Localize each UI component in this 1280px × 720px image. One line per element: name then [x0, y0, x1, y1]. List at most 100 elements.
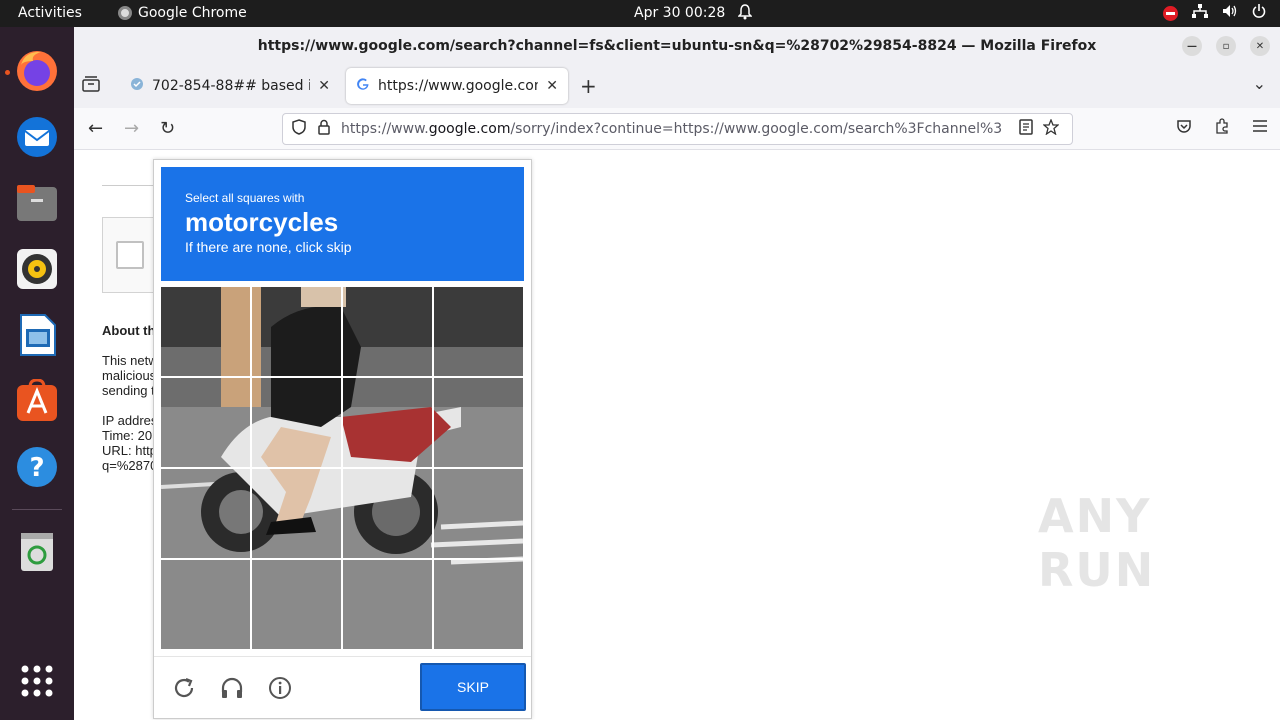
about-heading: About th: [102, 323, 156, 338]
tab-google[interactable]: https://www.google.com ✕: [346, 68, 568, 104]
extensions-icon[interactable]: [1214, 118, 1230, 138]
page-content: About th This netw malicious sending t I…: [74, 150, 1280, 720]
close-tab-icon[interactable]: ✕: [318, 78, 330, 94]
chrome-icon: [118, 6, 132, 20]
gnome-top-bar: Activities Google Chrome Apr 30 00:28: [0, 0, 1280, 27]
captcha-tile[interactable]: [434, 560, 523, 649]
clock[interactable]: Apr 30 00:28: [634, 5, 725, 21]
reload-challenge-icon[interactable]: [171, 675, 197, 701]
svg-text:?: ?: [29, 453, 44, 483]
url-domain: google.com: [428, 121, 511, 137]
app-name: Google Chrome: [138, 5, 247, 21]
skip-button[interactable]: SKIP: [420, 663, 526, 711]
tile-image: [252, 287, 341, 376]
captcha-tile[interactable]: [434, 469, 523, 558]
tile-image: [252, 560, 341, 649]
audio-challenge-icon[interactable]: [219, 675, 245, 701]
tab-label: https://www.google.com: [378, 78, 539, 94]
reload-button[interactable]: ↻: [160, 118, 175, 139]
tile-image: [434, 469, 523, 558]
captcha-tile[interactable]: [434, 378, 523, 467]
captcha-tile[interactable]: [161, 287, 250, 376]
activities-button[interactable]: Activities: [18, 5, 82, 21]
captcha-tile[interactable]: [434, 287, 523, 376]
close-tab-icon[interactable]: ✕: [546, 78, 558, 94]
files-icon[interactable]: [13, 179, 61, 227]
captcha-tile[interactable]: [343, 560, 432, 649]
do-not-disturb-icon[interactable]: [1163, 5, 1178, 21]
pocket-icon[interactable]: [1176, 118, 1192, 138]
captcha-tile[interactable]: [161, 469, 250, 558]
list-all-tabs-icon[interactable]: ⌄: [1253, 74, 1266, 93]
rhythmbox-icon[interactable]: [13, 245, 61, 293]
instruction-small: Select all squares with: [185, 191, 305, 205]
instruction-target: motorcycles: [185, 207, 339, 237]
running-indicator: [5, 70, 10, 75]
app-menu[interactable]: Google Chrome: [118, 5, 247, 21]
captcha-footer: SKIP: [154, 656, 531, 718]
info-icon[interactable]: [267, 675, 293, 701]
dock: ?: [0, 27, 74, 720]
back-button[interactable]: ←: [88, 118, 103, 139]
tile-image: [434, 560, 523, 649]
instruction-sub: If there are none, click skip: [185, 239, 352, 255]
notification-bell-icon[interactable]: [737, 4, 753, 24]
captcha-tile[interactable]: [252, 287, 341, 376]
captcha-tile[interactable]: [343, 287, 432, 376]
tab-label: 702-854-88## based in L: [152, 78, 311, 94]
navigation-bar: ← → ↻ https://www.google.com/sorry/index…: [74, 108, 1280, 150]
thunderbird-icon[interactable]: [13, 113, 61, 161]
close-window-button[interactable]: ✕: [1250, 36, 1270, 56]
captcha-tile[interactable]: [252, 469, 341, 558]
url-rest: /sorry/index?continue=https://www.google…: [510, 121, 1003, 137]
captcha-tile[interactable]: [252, 560, 341, 649]
google-favicon-icon: [356, 77, 370, 95]
captcha-grid: [161, 287, 523, 649]
reader-view-icon[interactable]: [1019, 119, 1033, 139]
firefox-view-icon[interactable]: [82, 76, 104, 96]
new-tab-button[interactable]: +: [580, 74, 597, 98]
tab-whocalled[interactable]: 702-854-88## based in L ✕: [120, 68, 340, 104]
tile-image: [161, 560, 250, 649]
recaptcha-checkbox[interactable]: [116, 241, 144, 269]
url-text[interactable]: https://www.google.com/sorry/index?conti…: [341, 121, 1009, 137]
forward-button[interactable]: →: [124, 118, 139, 139]
tile-image: [252, 469, 341, 558]
show-apps-icon[interactable]: [13, 657, 61, 705]
captcha-tile[interactable]: [343, 378, 432, 467]
power-icon[interactable]: [1252, 4, 1266, 22]
maximize-button[interactable]: ▫: [1216, 36, 1236, 56]
app-center-icon[interactable]: [13, 377, 61, 425]
volume-icon[interactable]: [1222, 4, 1238, 22]
menu-icon[interactable]: [1252, 118, 1268, 138]
url-bar[interactable]: https://www.google.com/sorry/index?conti…: [282, 113, 1073, 145]
system-tray[interactable]: [1163, 4, 1266, 22]
libreoffice-impress-icon[interactable]: [13, 311, 61, 359]
window-titlebar[interactable]: https://www.google.com/search?channel=fs…: [74, 27, 1280, 64]
tile-image: [161, 378, 250, 467]
trash-icon[interactable]: [13, 527, 61, 575]
captcha-challenge: Select all squares with motorcycles If t…: [153, 159, 532, 719]
firefox-window: https://www.google.com/search?channel=fs…: [74, 27, 1280, 720]
captcha-tile[interactable]: [252, 378, 341, 467]
tab-bar: 702-854-88## based in L ✕ https://www.go…: [74, 64, 1280, 108]
minimize-button[interactable]: —: [1182, 36, 1202, 56]
help-icon[interactable]: ?: [13, 443, 61, 491]
firefox-icon[interactable]: [13, 47, 61, 95]
captcha-tile[interactable]: [161, 378, 250, 467]
tracking-shield-icon[interactable]: [291, 119, 307, 139]
dock-separator: [12, 509, 62, 510]
anyrun-watermark: ANY RUN: [1038, 489, 1156, 597]
shield-favicon-icon: [130, 77, 144, 95]
bookmark-star-icon[interactable]: [1042, 118, 1060, 139]
tile-image: [343, 287, 432, 376]
tile-image: [343, 560, 432, 649]
tile-image: [343, 378, 432, 467]
lock-icon[interactable]: [317, 119, 331, 139]
tile-image: [161, 287, 250, 376]
network-icon[interactable]: [1192, 4, 1208, 22]
captcha-tile[interactable]: [161, 560, 250, 649]
tile-image: [343, 469, 432, 558]
window-title: https://www.google.com/search?channel=fs…: [257, 37, 1097, 54]
captcha-tile[interactable]: [343, 469, 432, 558]
